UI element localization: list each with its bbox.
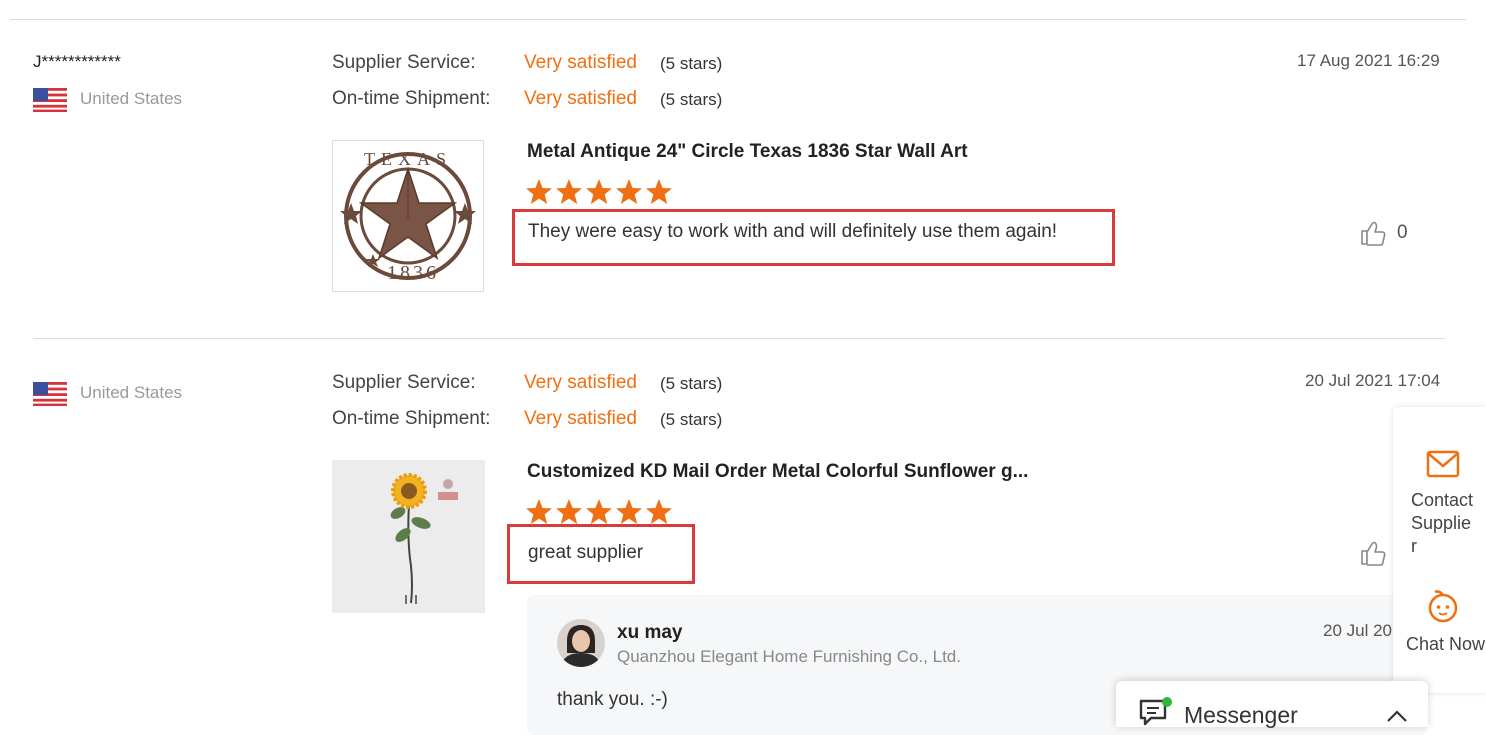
like-count: 0 [1397, 222, 1408, 243]
supplier-service-label: Supplier Service: [332, 52, 476, 73]
messenger-bar[interactable]: Messenger [1116, 681, 1428, 728]
shipment-label: On-time Shipment: [332, 88, 491, 109]
star-icon [646, 499, 672, 524]
supplier-service-label: Supplier Service: [332, 372, 476, 393]
thumbs-up-icon[interactable] [1359, 219, 1387, 247]
product-thumbnail[interactable]: TEXAS 1836 [332, 140, 484, 292]
shipment-stars: (5 stars) [660, 90, 723, 109]
chat-bubble-icon [1139, 697, 1172, 726]
top-divider [10, 19, 1466, 20]
supplier-service-value: Very satisfied [524, 52, 637, 73]
texas-image-text: TEXAS [364, 149, 452, 169]
supplier-service-stars: (5 stars) [660, 54, 723, 73]
star-icon [616, 179, 642, 204]
contact-supplier-label: Contact Supplie r [1411, 490, 1474, 556]
highlight-box [507, 524, 695, 584]
review-date: 17 Aug 2021 16:29 [1297, 51, 1440, 70]
contact-supplier-button[interactable]: Contact Supplie r [1393, 447, 1486, 562]
reviewer-country: United States [80, 383, 183, 402]
star-icon [556, 499, 582, 524]
sunflower-image [333, 461, 485, 613]
reply-author: xu may [617, 622, 683, 643]
shipment-label: On-time Shipment: [332, 408, 491, 429]
reviewer-country: United States [80, 89, 183, 108]
shipment-stars: (5 stars) [660, 410, 723, 429]
star-rating [526, 179, 672, 204]
star-icon [556, 179, 582, 204]
chat-face-icon [1428, 590, 1458, 623]
chevron-up-icon[interactable] [1386, 709, 1408, 723]
star-icon [616, 499, 642, 524]
star-rating [526, 499, 672, 524]
star-icon [526, 179, 552, 204]
envelope-icon [1426, 450, 1460, 478]
product-title[interactable]: Metal Antique 24" Circle Texas 1836 Star… [527, 141, 968, 163]
us-flag-icon [33, 88, 67, 112]
avatar [557, 619, 605, 667]
chat-now-button[interactable]: Chat Now [1393, 589, 1486, 659]
reply-text: thank you. :-) [557, 689, 668, 710]
review-date: 20 Jul 2021 17:04 [1305, 371, 1441, 390]
texas-star-image: TEXAS 1836 [340, 149, 476, 284]
supplier-service-value: Very satisfied [524, 372, 637, 393]
star-icon [586, 179, 612, 204]
star-icon [526, 499, 552, 524]
highlight-box [512, 209, 1115, 266]
thumbs-up-icon[interactable] [1359, 539, 1387, 567]
product-title[interactable]: Customized KD Mail Order Metal Colorful … [527, 461, 1028, 483]
star-icon [586, 499, 612, 524]
star-icon [646, 179, 672, 204]
product-thumbnail[interactable] [332, 460, 485, 613]
supplier-service-stars: (5 stars) [660, 374, 723, 393]
floating-side-panel: Contact Supplie r Chat Now [1393, 407, 1486, 693]
chat-now-label: Chat Now [1406, 634, 1486, 654]
reviewer-name: J************ [33, 52, 121, 71]
reply-company[interactable]: Quanzhou Elegant Home Furnishing Co., Lt… [617, 647, 961, 667]
messenger-label: Messenger [1184, 702, 1298, 728]
shipment-value: Very satisfied [524, 88, 637, 109]
shipment-value: Very satisfied [524, 408, 637, 429]
year-image-text: 1836 [387, 262, 439, 284]
reply-date: 20 Jul 20 [1323, 621, 1392, 640]
review-divider [33, 338, 1445, 339]
us-flag-icon [33, 382, 67, 406]
